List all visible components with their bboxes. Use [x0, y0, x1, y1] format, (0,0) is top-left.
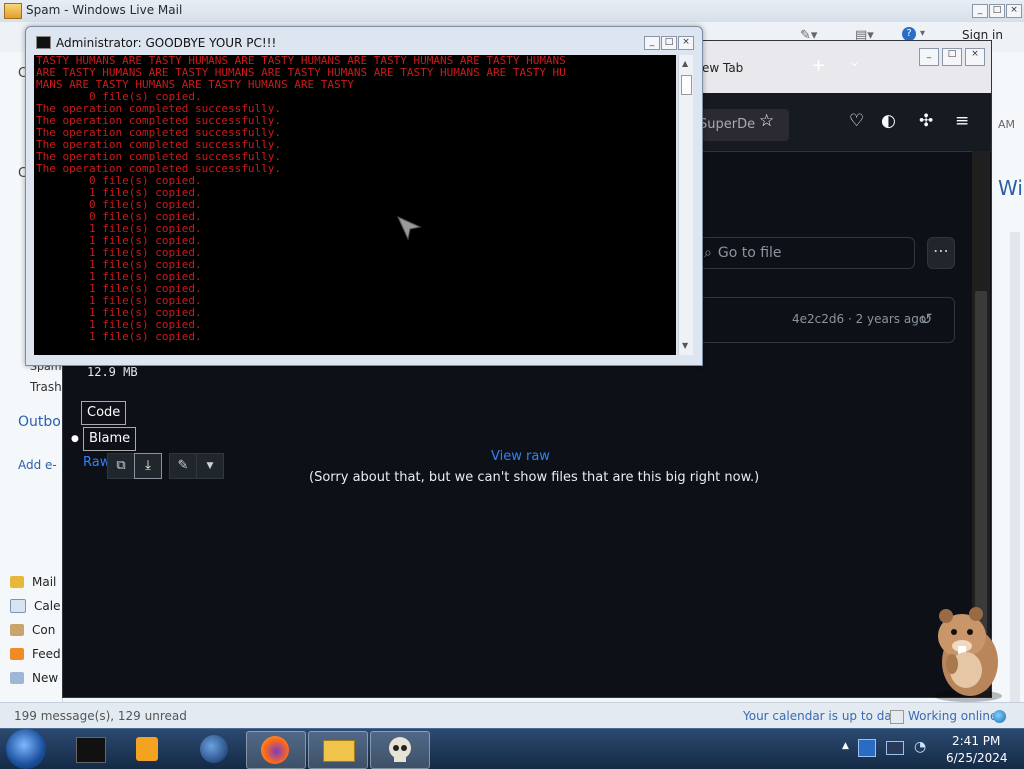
edit-dropdown-icon[interactable]: ▼ [196, 453, 224, 479]
message-count: 199 message(s), 129 unread [14, 709, 187, 723]
mail-app-icon [4, 3, 22, 19]
account-icon[interactable]: ◐ [881, 111, 896, 131]
new-tab-plus-icon[interactable]: + [811, 55, 826, 76]
nav-feeds[interactable]: Feed [0, 642, 62, 666]
globe-icon [993, 710, 1006, 723]
console-scrollbar[interactable]: ▲ ▼ [678, 55, 693, 355]
taskbar-app-terminal[interactable] [62, 731, 120, 767]
volume-icon[interactable]: ◔ [914, 739, 926, 755]
mail-status-bar: 199 message(s), 129 unread Your calendar… [0, 702, 1024, 729]
commit-hash-age[interactable]: 4e2c2d6 · 2 years ago [792, 312, 926, 326]
history-icon[interactable]: ↺ [920, 310, 933, 328]
windows-flag-icon[interactable] [858, 739, 876, 757]
edit-pencil-icon[interactable]: ✎ [169, 453, 197, 479]
console-scrollbar-thumb[interactable] [681, 75, 692, 95]
taskbar-app-media[interactable] [120, 731, 178, 767]
pocket-icon[interactable]: ♡ [849, 111, 864, 131]
file-size: 12.9 MB [87, 365, 138, 379]
nav-calendar[interactable]: Cale [0, 594, 62, 618]
calendar-status[interactable]: Your calendar is up to date [743, 709, 904, 723]
menu-icon[interactable]: ≡ [955, 111, 969, 131]
view-raw-link[interactable]: View raw [491, 449, 550, 464]
more-options-button[interactable]: ⋯ [927, 237, 955, 269]
hamster-mascot [934, 607, 1002, 702]
console-close-button[interactable]: × [678, 36, 694, 50]
console-maximize-button[interactable]: □ [661, 36, 677, 50]
tray-expand-icon[interactable]: ▲ [842, 741, 849, 751]
firefox-minimize-button[interactable]: _ [919, 48, 939, 66]
list-bullet: ● [71, 434, 79, 444]
taskbar-app-globe[interactable] [184, 731, 242, 767]
url-bar[interactable]: SuperDe [691, 109, 789, 141]
help-icon[interactable]: ? [902, 27, 916, 41]
console-title-bar: Administrator: GOODBYE YOUR PC!!! _ □ × [26, 27, 702, 53]
mail-maximize-button[interactable]: □ [989, 4, 1005, 18]
terminal-icon [76, 737, 106, 763]
mail-close-button[interactable]: × [1006, 4, 1022, 18]
mail-folder-icon [323, 740, 355, 762]
download-icon[interactable]: ⤓ [134, 453, 162, 479]
skull-icon [389, 737, 411, 762]
contacts-icon [10, 624, 24, 636]
nav-newsgroups[interactable]: New [0, 666, 62, 690]
taskbar-app-firefox[interactable] [246, 731, 306, 769]
mail-nav-list: Mail Cale Con Feed New [0, 570, 62, 690]
star-icon[interactable]: ☆ [759, 111, 774, 131]
taskbar-app-mail[interactable] [308, 731, 368, 769]
scroll-down-icon[interactable]: ▼ [682, 341, 688, 350]
mail-minimize-button[interactable]: _ [972, 4, 988, 18]
tab-list-chevron-icon[interactable]: ⌄ [849, 55, 860, 70]
mouse-pointer-icon [396, 215, 422, 241]
copy-icon[interactable]: ⧉ [107, 453, 135, 479]
calendar-icon [10, 599, 26, 613]
console-line: 1 file(s) copied. [36, 330, 202, 343]
console-icon [36, 36, 51, 49]
mail-icon [10, 576, 24, 588]
mail-title-bar: Spam - Windows Live Mail _ □ × [0, 0, 1024, 23]
tab-code[interactable]: Code [81, 401, 127, 425]
media-player-icon [136, 737, 158, 761]
browser-globe-icon [200, 735, 228, 763]
start-button[interactable] [6, 729, 46, 769]
network-icon[interactable] [886, 741, 904, 755]
console-output[interactable]: TASTY HUMANS ARE TASTY HUMANS ARE TASTY … [34, 55, 676, 355]
clock-date[interactable]: 6/25/2024 [946, 751, 1008, 765]
console-minimize-button[interactable]: _ [644, 36, 660, 50]
help-dropdown-icon[interactable]: ▾ [920, 28, 925, 39]
console-title: Administrator: GOODBYE YOUR PC!!! [56, 36, 277, 50]
taskbar-app-console[interactable] [370, 731, 430, 769]
mail-scrollbar[interactable] [1010, 232, 1020, 752]
add-email-account-link[interactable]: Add e- [18, 458, 57, 472]
console-lines: TASTY HUMANS ARE TASTY HUMANS ARE TASTY … [36, 55, 676, 355]
nav-mail[interactable]: Mail [0, 570, 62, 594]
console-window: Administrator: GOODBYE YOUR PC!!! _ □ × … [25, 26, 703, 366]
newsgroup-icon [10, 672, 24, 684]
search-icon: ⌕ [704, 245, 712, 261]
firefox-close-button[interactable]: × [965, 48, 985, 66]
file-too-big-message: (Sorry about that, but we can't show fil… [309, 470, 760, 485]
firefox-icon [261, 736, 289, 764]
go-to-file-input[interactable]: ⌕ Go to file [697, 237, 915, 269]
taskbar: ▲ ◔ 2:41 PM 6/25/2024 [0, 728, 1024, 769]
tab-blame[interactable]: Blame [83, 427, 137, 451]
folder-trash[interactable]: Trash [30, 380, 62, 394]
scroll-up-icon[interactable]: ▲ [682, 59, 688, 68]
firefox-maximize-button[interactable]: □ [942, 48, 962, 66]
latest-commit-box: 4e2c2d6 · 2 years ago ↺ [697, 297, 955, 343]
clock-time[interactable]: 2:41 PM [952, 734, 1000, 748]
online-status[interactable]: Working online [908, 709, 997, 723]
time-fragment: AM [998, 118, 1016, 131]
calendar-small-icon [890, 710, 904, 724]
folder-outbox[interactable]: Outbo [18, 414, 61, 430]
mail-window-title: Spam - Windows Live Mail [26, 3, 183, 17]
rss-icon [10, 648, 24, 660]
heading-fragment: Wi [998, 176, 1023, 200]
nav-contacts[interactable]: Con [0, 618, 62, 642]
extensions-icon[interactable]: ✣ [919, 111, 933, 131]
